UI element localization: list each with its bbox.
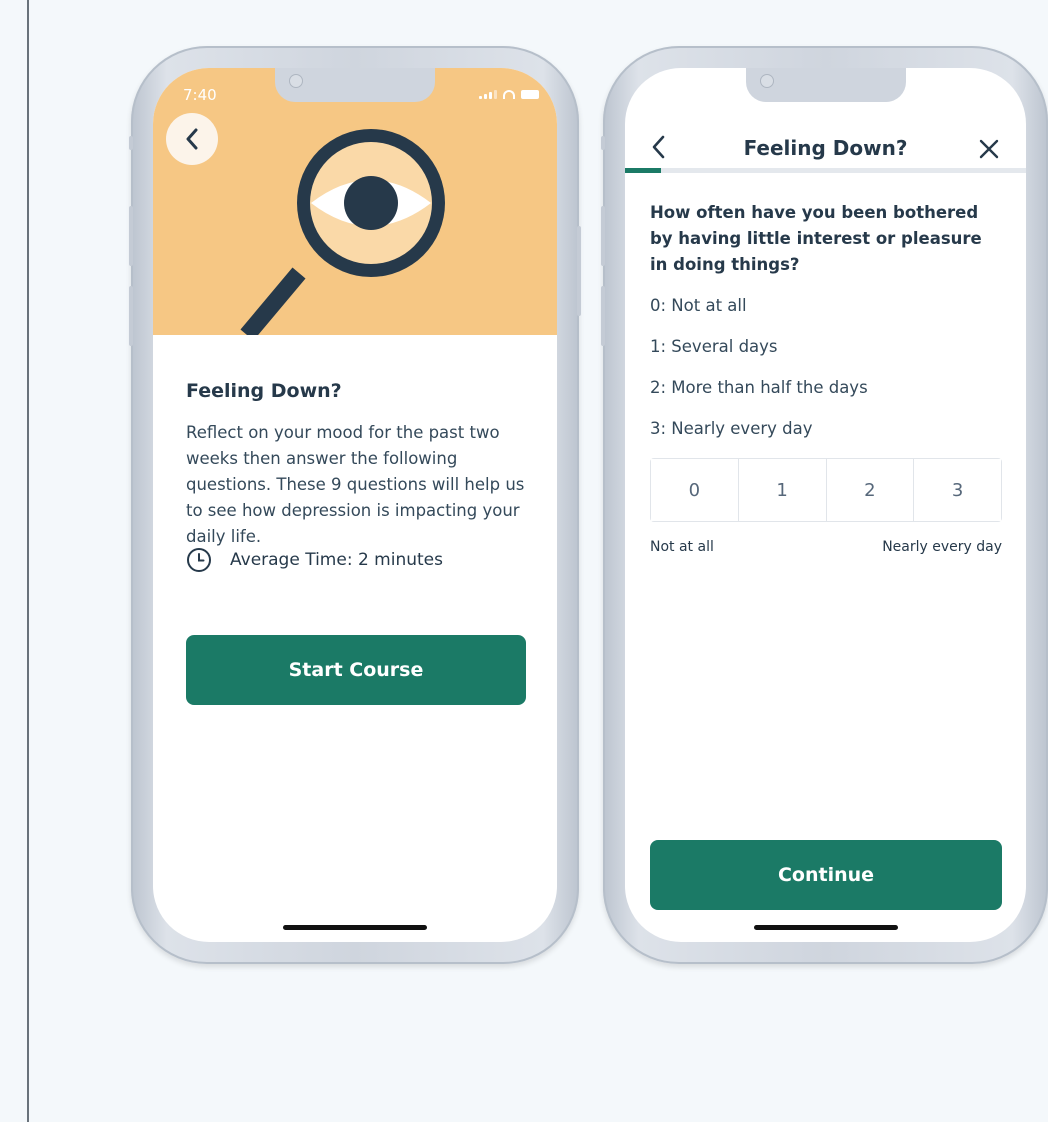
average-time-row: Average Time: 2 minutes bbox=[186, 547, 443, 573]
nav-title: Feeling Down? bbox=[743, 136, 908, 160]
scale-option-3[interactable]: 3 bbox=[914, 459, 1001, 521]
clock-icon bbox=[187, 548, 211, 572]
scale-high-label: Nearly every day bbox=[882, 539, 1002, 555]
close-icon bbox=[979, 139, 999, 159]
progress-fill bbox=[625, 168, 662, 173]
wifi-icon bbox=[503, 90, 515, 99]
scale-option-1[interactable]: 1 bbox=[738, 459, 827, 521]
phone-frame-question: Feeling Down? How often have you been bo… bbox=[601, 46, 1048, 964]
status-time: 7:40 bbox=[183, 86, 217, 104]
scale-option-0[interactable]: 0 bbox=[651, 459, 739, 521]
close-button[interactable] bbox=[978, 138, 1000, 164]
status-icons bbox=[479, 90, 539, 99]
page-title: Feeling Down? bbox=[186, 380, 342, 402]
magnifier-eye-icon bbox=[240, 129, 445, 335]
rating-scale: 0 1 2 3 bbox=[650, 458, 1002, 522]
option-label: 1: Several days bbox=[650, 337, 778, 356]
signal-icon bbox=[479, 90, 497, 99]
home-indicator[interactable] bbox=[753, 925, 898, 930]
volume-up-button bbox=[129, 206, 133, 266]
progress-bar bbox=[625, 168, 1026, 173]
mute-switch bbox=[129, 136, 133, 150]
battery-icon bbox=[521, 90, 539, 99]
option-label: 0: Not at all bbox=[650, 296, 747, 315]
scale-low-label: Not at all bbox=[650, 539, 714, 555]
option-label: 3: Nearly every day bbox=[650, 419, 813, 438]
back-button[interactable] bbox=[166, 113, 218, 165]
intro-description: Reflect on your mood for the past two we… bbox=[186, 423, 525, 546]
home-indicator[interactable] bbox=[283, 925, 427, 930]
phone-frame-intro: 7:40 Feeling Down? Reflect on your mood … bbox=[129, 46, 581, 964]
page-divider bbox=[27, 0, 29, 1122]
continue-button[interactable]: Continue bbox=[650, 840, 1002, 910]
question-screen: Feeling Down? How often have you been bo… bbox=[625, 68, 1026, 942]
start-course-button[interactable]: Start Course bbox=[186, 635, 526, 705]
mute-switch bbox=[601, 136, 605, 150]
chevron-left-icon bbox=[186, 128, 198, 150]
camera bbox=[759, 74, 774, 88]
scale-option-2[interactable]: 2 bbox=[826, 459, 915, 521]
notch bbox=[275, 68, 435, 102]
notch bbox=[745, 68, 906, 102]
volume-up-button bbox=[601, 206, 605, 266]
volume-down-button bbox=[129, 286, 133, 346]
volume-down-button bbox=[601, 286, 605, 346]
camera bbox=[289, 74, 303, 88]
option-label: 2: More than half the days bbox=[650, 378, 868, 397]
intro-screen: 7:40 Feeling Down? Reflect on your mood … bbox=[153, 68, 557, 942]
nav-bar: Feeling Down? bbox=[625, 128, 1026, 172]
average-time-label: Average Time: 2 minutes bbox=[230, 550, 443, 570]
question-text: How often have you been bothered by havi… bbox=[650, 203, 982, 274]
power-button bbox=[577, 226, 581, 316]
